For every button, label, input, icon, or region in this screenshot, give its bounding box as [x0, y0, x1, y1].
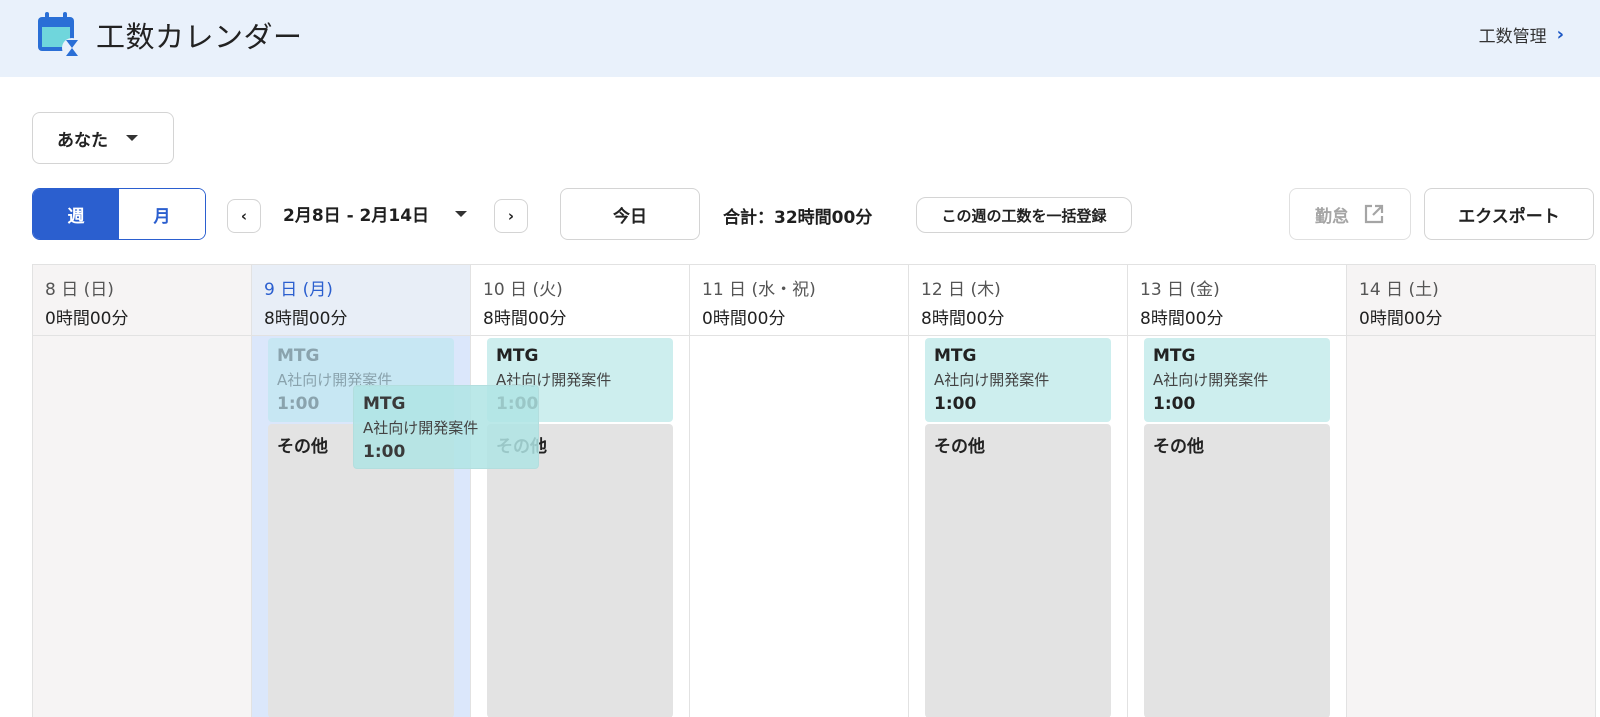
chevron-left-icon: ‹ — [240, 207, 248, 225]
day-header: 9 日 (月) 8時間00分 — [252, 265, 470, 336]
chevron-right-icon: › — [1556, 24, 1564, 45]
day-header: 12 日 (木) 8時間00分 — [909, 265, 1127, 336]
day-column-thu[interactable]: 12 日 (木) 8時間00分 MTG A社向け開発案件 1:00 その他 — [909, 265, 1128, 717]
day-hours: 0時間00分 — [702, 309, 786, 329]
day-column-wed[interactable]: 11 日 (水・祝) 0時間00分 — [690, 265, 909, 717]
date-range-select[interactable]: 2月8日 - 2月14日 — [283, 201, 468, 226]
entry-title: MTG — [1153, 346, 1196, 366]
day-label: 12 日 (木) — [921, 280, 1001, 300]
nav-link-label: 工数管理 — [1478, 27, 1547, 47]
entry-title: MTG — [277, 346, 320, 366]
day-header: 14 日 (土) 0時間00分 — [1347, 265, 1595, 336]
dragging-entry-card-mtg[interactable]: MTG A社向け開発案件 1:00 — [353, 385, 539, 469]
entry-project: A社向け開発案件 — [1153, 371, 1269, 389]
day-label: 9 日 (月) — [264, 280, 333, 300]
view-month-button[interactable]: 月 — [119, 189, 205, 239]
page-title: 工数カレンダー — [96, 20, 303, 54]
day-header: 10 日 (火) 8時間00分 — [471, 265, 689, 336]
kintai-label: 勤怠 — [1315, 206, 1349, 227]
nav-link-kousu-kanri[interactable]: 工数管理 › — [1479, 22, 1564, 47]
day-hours: 0時間00分 — [1359, 309, 1443, 329]
chevron-right-icon: › — [507, 207, 515, 225]
week-total: 合計：32時間00分 — [723, 208, 873, 228]
day-label: 10 日 (火) — [483, 280, 563, 300]
entry-card-mtg[interactable]: MTG A社向け開発案件 1:00 — [1144, 338, 1330, 422]
user-select-label: あなた — [57, 130, 108, 151]
caret-down-icon — [126, 135, 138, 141]
app-header: 工数カレンダー 工数管理 › — [0, 0, 1600, 77]
entry-title: MTG — [934, 346, 977, 366]
day-label: 8 日 (日) — [45, 280, 114, 300]
day-label: 14 日 (土) — [1359, 280, 1439, 300]
entry-title: MTG — [363, 394, 406, 414]
entry-duration: 1:00 — [363, 442, 406, 462]
day-column-sun[interactable]: 8 日 (日) 0時間00分 — [33, 265, 252, 717]
day-column-tue[interactable]: 10 日 (火) 8時間00分 MTG A社向け開発案件 1:00 その他 — [471, 265, 690, 717]
external-link-icon — [1364, 204, 1384, 224]
day-column-sat[interactable]: 14 日 (土) 0時間00分 — [1347, 265, 1596, 717]
week-calendar: 8 日 (日) 0時間00分 9 日 (月) 8時間00分 MTG A社向け開発… — [32, 264, 1596, 717]
day-hours: 8時間00分 — [1140, 309, 1224, 329]
date-range-label: 2月8日 - 2月14日 — [283, 206, 430, 226]
entry-project: A社向け開発案件 — [934, 371, 1050, 389]
prev-week-button[interactable]: ‹ — [227, 199, 261, 233]
kintai-button[interactable]: 勤怠 — [1289, 188, 1411, 240]
entry-card-other[interactable]: その他 — [925, 424, 1111, 717]
day-header: 8 日 (日) 0時間00分 — [33, 265, 251, 336]
day-label: 11 日 (水・祝) — [702, 280, 816, 300]
day-header: 11 日 (水・祝) 0時間00分 — [690, 265, 908, 336]
bulk-register-button[interactable]: この週の工数を一括登録 — [916, 197, 1132, 233]
day-label: 13 日 (金) — [1140, 280, 1220, 300]
today-button[interactable]: 今日 — [560, 188, 700, 240]
day-hours: 0時間00分 — [45, 309, 129, 329]
entry-card-other[interactable]: その他 — [1144, 424, 1330, 717]
next-week-button[interactable]: › — [494, 199, 528, 233]
user-select[interactable]: あなた — [32, 112, 174, 164]
view-week-button[interactable]: 週 — [33, 189, 119, 239]
export-button[interactable]: エクスポート — [1424, 188, 1594, 240]
entry-duration: 1:00 — [934, 394, 977, 414]
view-toggle: 週 月 — [32, 188, 206, 240]
entry-card-mtg[interactable]: MTG A社向け開発案件 1:00 — [925, 338, 1111, 422]
day-hours: 8時間00分 — [264, 309, 348, 329]
calendar-hourglass-icon — [38, 12, 82, 58]
day-hours: 8時間00分 — [483, 309, 567, 329]
entry-title: MTG — [496, 346, 539, 366]
day-column-fri[interactable]: 13 日 (金) 8時間00分 MTG A社向け開発案件 1:00 その他 — [1128, 265, 1347, 717]
entry-duration: 1:00 — [1153, 394, 1196, 414]
day-hours: 8時間00分 — [921, 309, 1005, 329]
entry-title: その他 — [1153, 437, 1204, 457]
day-header: 13 日 (金) 8時間00分 — [1128, 265, 1346, 336]
entry-project: A社向け開発案件 — [363, 419, 479, 437]
caret-down-icon — [455, 210, 468, 217]
entry-title: その他 — [934, 437, 985, 457]
day-column-mon[interactable]: 9 日 (月) 8時間00分 MTG A社向け開発案件 1:00 その他 — [252, 265, 471, 717]
